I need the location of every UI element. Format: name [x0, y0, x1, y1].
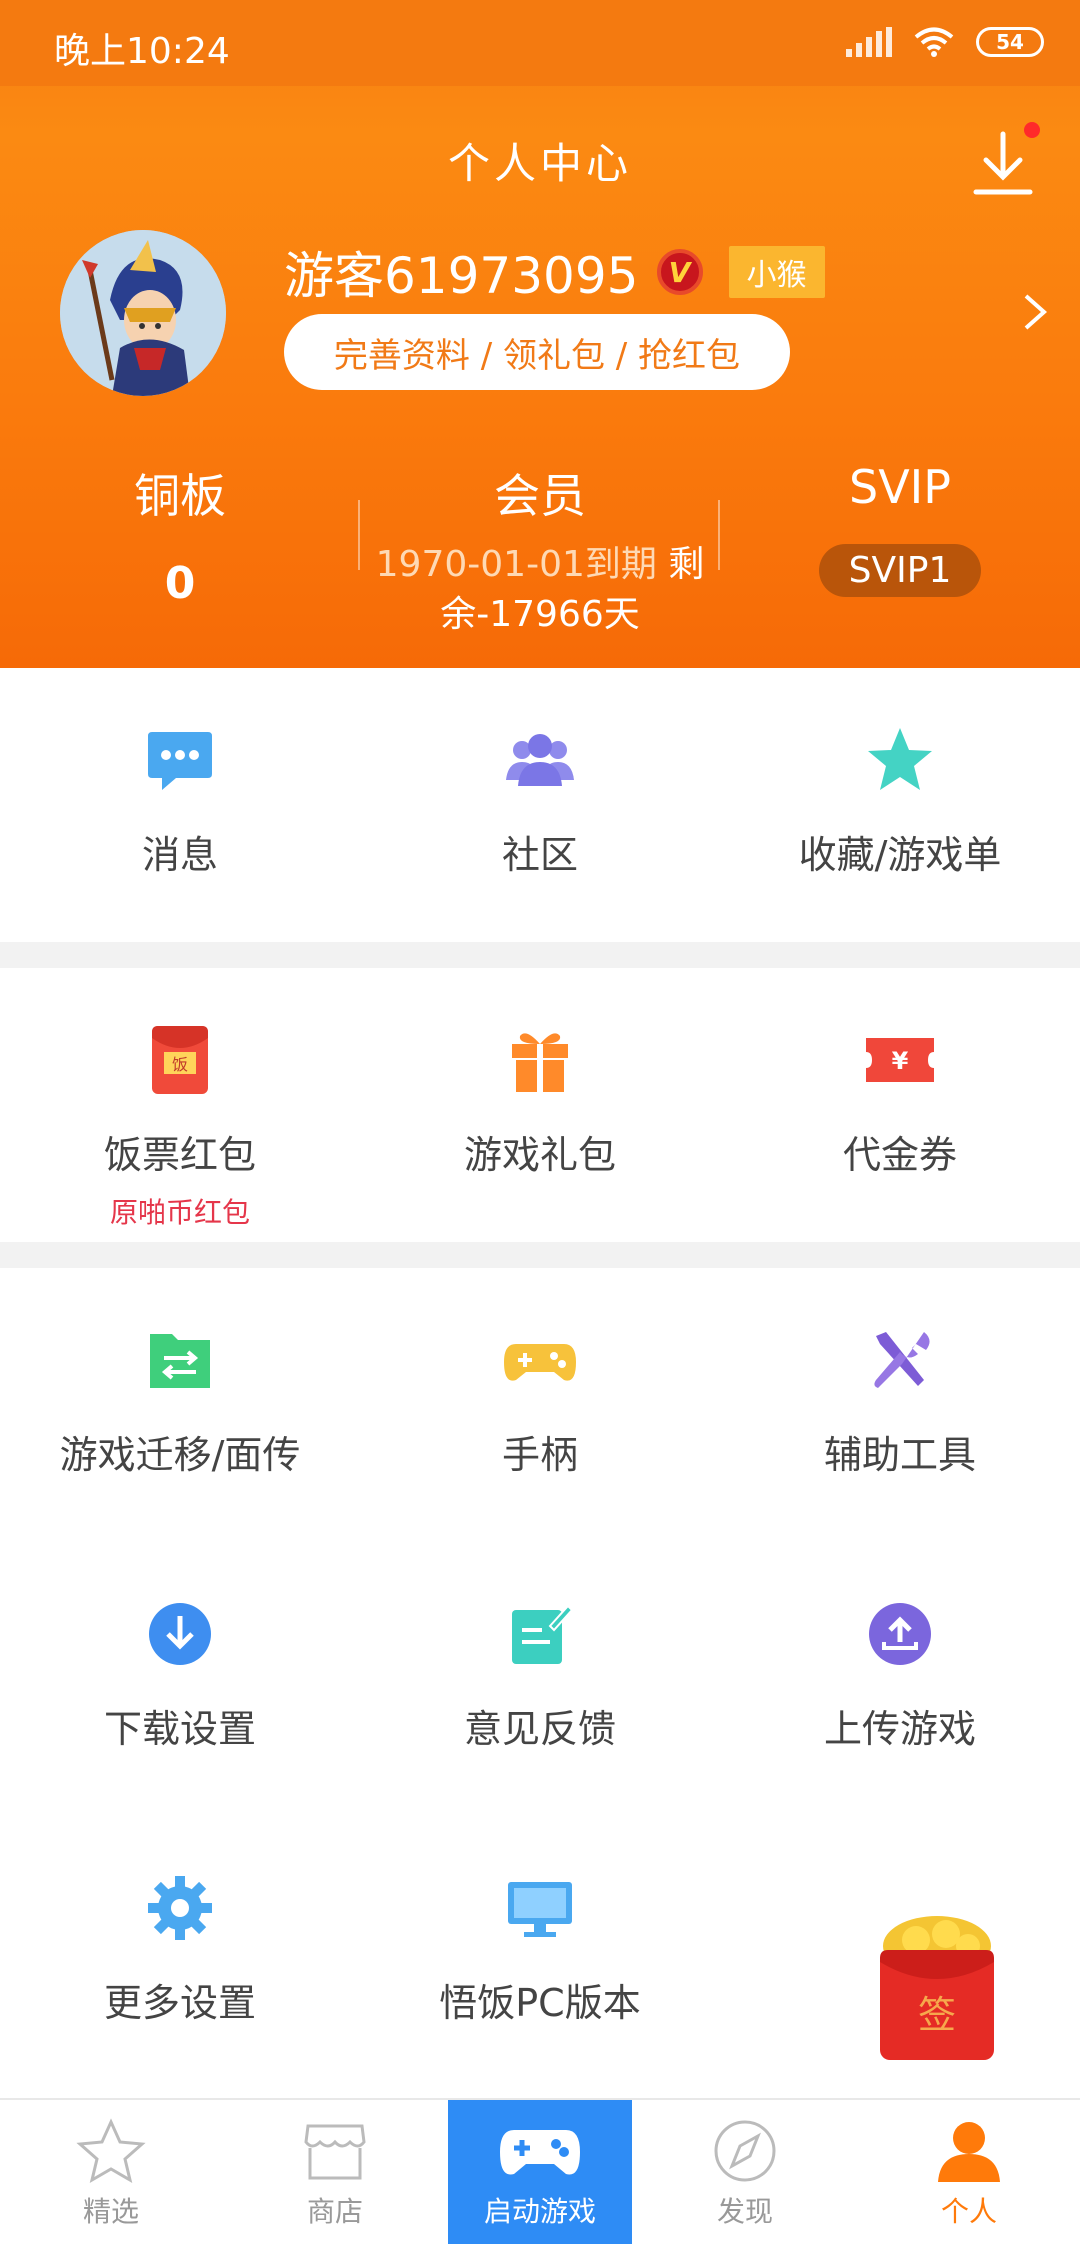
menu-label: 收藏/游戏单: [798, 833, 1002, 877]
menu-label: 代金券: [842, 1133, 957, 1177]
username: 游客61973095: [284, 247, 639, 305]
red-envelope-icon: 饭: [152, 1026, 208, 1094]
menu-feedback[interactable]: 意见反馈: [360, 1596, 720, 1753]
menu-label: 游戏礼包: [463, 1133, 616, 1177]
vip-v-badge: V: [656, 249, 703, 295]
menu-label: 下载设置: [103, 1707, 256, 1751]
store-icon: [304, 2124, 366, 2180]
member-stat[interactable]: 会员 1970-01-01到期 剩 余-17966天: [360, 460, 720, 640]
menu-label: 消息: [141, 833, 218, 877]
copper-label: 铜板: [134, 469, 226, 523]
svip-stat[interactable]: SVIP SVIP1: [720, 460, 1080, 597]
member-remaining: 余-17966天: [440, 594, 640, 635]
person-icon: [938, 2122, 1000, 2182]
menu-label: 饭票红包: [103, 1133, 256, 1177]
gamepad-icon: [504, 1344, 576, 1381]
member-label: 会员: [494, 469, 586, 523]
status-bar: 晚上10:24 54: [0, 0, 1080, 86]
nav-label: 商店: [306, 2195, 363, 2228]
wifi-icon: [914, 27, 954, 57]
nav-profile[interactable]: 个人: [858, 2100, 1080, 2244]
menu-label: 游戏迁移/面传: [59, 1433, 301, 1477]
svg-text:¥: ¥: [892, 1047, 909, 1075]
notification-dot: [1024, 122, 1040, 138]
chevron-right-icon[interactable]: [1018, 290, 1052, 334]
member-expire-date: 1970-01-01到期 剩: [375, 544, 705, 585]
coupon-icon: ¥: [866, 1038, 934, 1082]
nav-featured[interactable]: 精选: [0, 2100, 222, 2244]
menu-label: 更多设置: [103, 1981, 256, 2025]
battery-icon: 54: [976, 27, 1044, 57]
svg-text:签: 签: [918, 1993, 956, 2037]
menu-upload-game[interactable]: 上传游戏: [720, 1596, 1080, 1753]
tools-icon: [874, 1332, 930, 1388]
menu-voucher[interactable]: ¥ 代金券: [720, 1022, 1080, 1179]
message-icon: [148, 732, 212, 790]
menu-label: 社区: [501, 833, 578, 877]
menu-label: 手柄: [501, 1433, 578, 1477]
status-time: 晚上10:24: [54, 31, 230, 72]
menu-message[interactable]: 消息: [0, 722, 360, 879]
nav-label: 个人: [940, 2195, 997, 2228]
level-badge: 小猴: [728, 246, 825, 298]
nav-launch-game[interactable]: 启动游戏: [448, 2100, 632, 2244]
menu-gamepad[interactable]: 手柄: [360, 1322, 720, 1479]
nav-label: 发现: [716, 2195, 773, 2228]
community-icon: [506, 734, 574, 786]
star-outline-icon: [76, 2118, 146, 2184]
username-row: 游客61973095 V 小猴: [284, 236, 825, 308]
complete-profile-button[interactable]: 完善资料 / 领礼包 / 抢红包: [284, 314, 790, 390]
menu-community[interactable]: 社区: [360, 722, 720, 879]
nav-label: 启动游戏: [483, 2195, 596, 2228]
rewards-section: 饭 饭票红包 原啪币红包 游戏礼包 ¥ 代金券: [0, 968, 1080, 1242]
nav-store[interactable]: 商店: [222, 2100, 448, 2244]
avatar[interactable]: [60, 230, 226, 396]
svip-label: SVIP: [849, 460, 951, 514]
menu-pc-version[interactable]: 悟饭PC版本: [360, 1870, 720, 2027]
signal-icon: [846, 27, 892, 57]
download-circle-icon: [149, 1603, 211, 1665]
transfer-folder-icon: [150, 1334, 210, 1388]
menu-download-settings[interactable]: 下载设置: [0, 1596, 360, 1753]
svg-text:饭: 饭: [172, 1055, 188, 1074]
menu-meal-ticket[interactable]: 饭 饭票红包 原啪币红包: [0, 1022, 360, 1231]
main-menu-section: 消息 社区 收藏/游戏单: [0, 668, 1080, 942]
stats-row: 铜板 0 会员 1970-01-01到期 剩 余-17966天 SVIP SVI…: [0, 460, 1080, 640]
menu-game-transfer[interactable]: 游戏迁移/面传: [0, 1322, 360, 1479]
menu-label: 上传游戏: [823, 1707, 976, 1751]
gamepad-launch-icon: [500, 2130, 580, 2175]
profile-header: 晚上10:24 54 个人中心 游客61973095 V 小猴 完善资料 / 领…: [0, 0, 1080, 668]
menu-tools[interactable]: 辅助工具: [720, 1322, 1080, 1479]
nav-discover[interactable]: 发现: [632, 2100, 858, 2244]
menu-label: 辅助工具: [823, 1433, 976, 1477]
star-icon: [868, 728, 932, 790]
gift-icon: [512, 1033, 568, 1092]
menu-more-settings[interactable]: 更多设置: [0, 1870, 360, 2027]
bottom-navigation: 精选 商店 启动游戏 发现 个人: [0, 2098, 1080, 2244]
menu-game-gift[interactable]: 游戏礼包: [360, 1022, 720, 1179]
status-icons: 54: [846, 26, 1044, 58]
sign-in-red-packet[interactable]: 签: [876, 1910, 998, 2064]
copper-value: 0: [164, 558, 196, 609]
menu-label: 意见反馈: [463, 1707, 616, 1751]
feedback-icon: [512, 1604, 574, 1664]
copper-stat[interactable]: 铜板 0: [0, 460, 360, 609]
monitor-icon: [508, 1882, 572, 1937]
nav-label: 精选: [82, 2195, 139, 2228]
page-title: 个人中心: [447, 139, 632, 188]
menu-sublabel: 原啪币红包: [109, 1196, 250, 1229]
menu-label: 悟饭PC版本: [439, 1981, 641, 2025]
menu-favorites[interactable]: 收藏/游戏单: [720, 722, 1080, 879]
compass-icon: [714, 2120, 776, 2182]
svip-level-badge: SVIP1: [818, 544, 982, 597]
gear-icon: [148, 1876, 212, 1940]
download-icon[interactable]: [970, 128, 1036, 200]
upload-circle-icon: [869, 1603, 931, 1665]
